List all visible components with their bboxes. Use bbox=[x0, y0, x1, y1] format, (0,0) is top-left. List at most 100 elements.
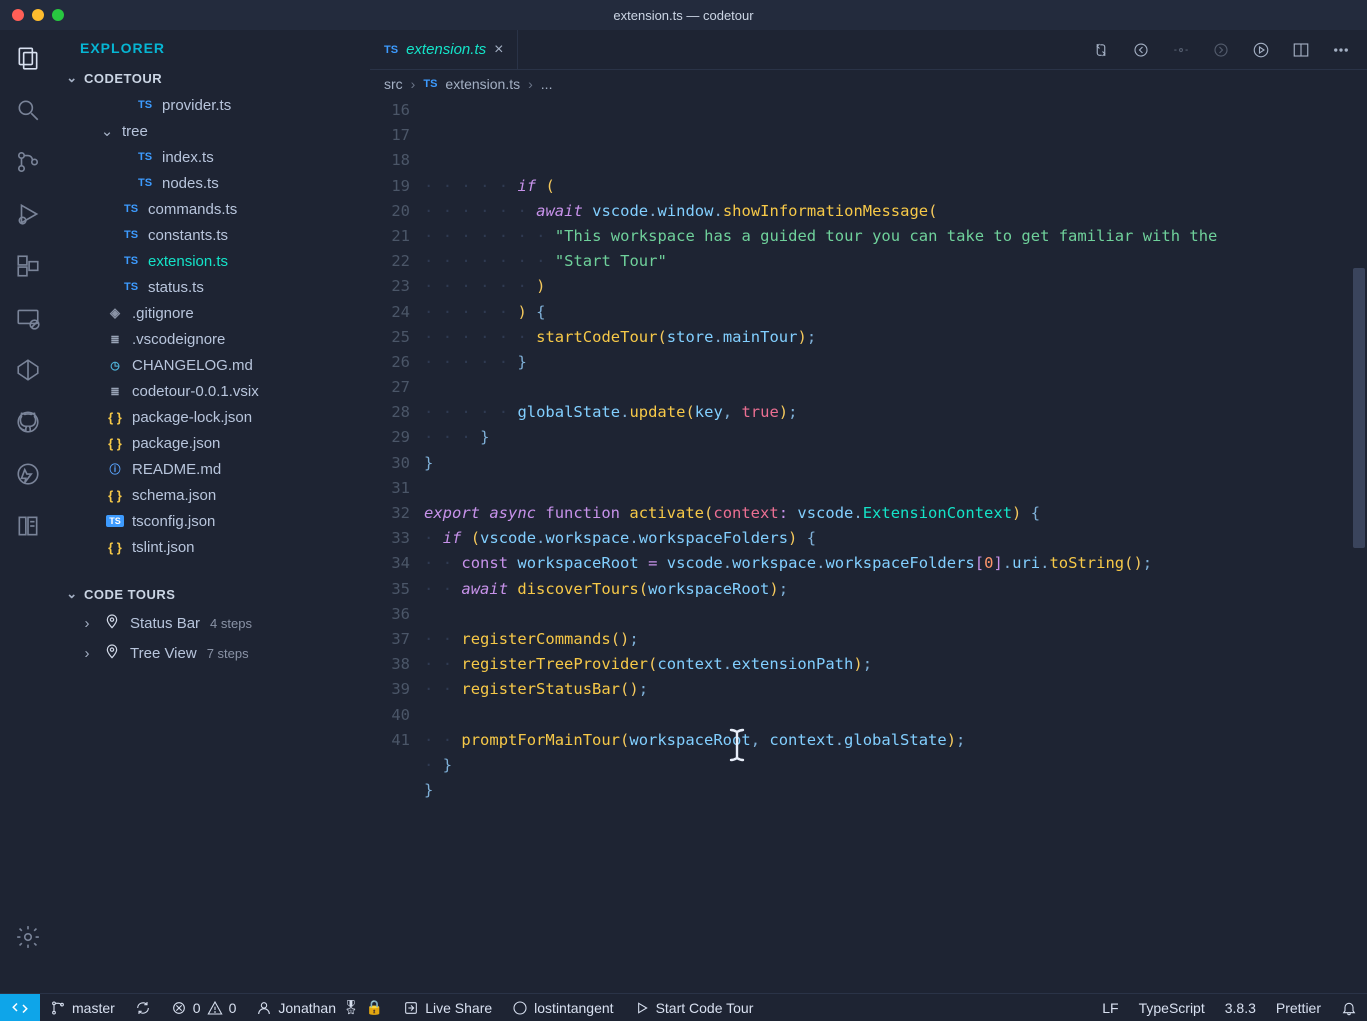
more-actions-icon[interactable] bbox=[1331, 40, 1351, 60]
file-row--vscodeignore[interactable]: ≣.vscodeignore bbox=[56, 326, 370, 352]
remote-explorer-icon[interactable] bbox=[14, 304, 42, 332]
window-controls bbox=[12, 9, 64, 21]
file-row-tsconfig-json[interactable]: TStsconfig.json bbox=[56, 508, 370, 534]
code-line[interactable] bbox=[424, 803, 1367, 828]
file-row-tslint-json[interactable]: { }tslint.json bbox=[56, 534, 370, 560]
code-line[interactable]: · if (vscode.workspace.workspaceFolders)… bbox=[424, 526, 1367, 551]
code-line[interactable]: · · · · · · · "This workspace has a guid… bbox=[424, 224, 1367, 249]
liveshare-user-status[interactable]: Jonathan 🎖 🔒 bbox=[246, 994, 393, 1021]
file-row-readme-md[interactable]: ⓘREADME.md bbox=[56, 456, 370, 482]
sidebar: EXPLORER ⌄ CODETOUR TSprovider.ts⌄treeTS… bbox=[56, 30, 370, 993]
file-row-schema-json[interactable]: { }schema.json bbox=[56, 482, 370, 508]
code-line[interactable] bbox=[424, 375, 1367, 400]
file-row-index-ts[interactable]: TSindex.ts bbox=[56, 144, 370, 170]
close-window-button[interactable] bbox=[12, 9, 24, 21]
prettier-status[interactable]: Prettier bbox=[1266, 994, 1331, 1021]
breadcrumb[interactable]: src › TS extension.ts › ... bbox=[370, 70, 1367, 98]
code-line[interactable]: · · · · · · await vscode.window.showInfo… bbox=[424, 199, 1367, 224]
liveshare-status[interactable]: Live Share bbox=[393, 994, 502, 1021]
problems-status[interactable]: 0 0 bbox=[161, 994, 247, 1021]
titlebar: extension.ts — codetour bbox=[0, 0, 1367, 30]
split-editor-icon[interactable] bbox=[1291, 40, 1311, 60]
language-mode-status[interactable]: TypeScript bbox=[1129, 994, 1215, 1021]
file-row-constants-ts[interactable]: TSconstants.ts bbox=[56, 222, 370, 248]
debug-icon[interactable] bbox=[14, 200, 42, 228]
code-content[interactable]: · · · · · if (· · · · · · await vscode.w… bbox=[424, 98, 1367, 993]
code-line[interactable]: · · · · · } bbox=[424, 350, 1367, 375]
file-row-provider-ts[interactable]: TSprovider.ts bbox=[56, 92, 370, 118]
code-line[interactable]: · · await discoverTours(workspaceRoot); bbox=[424, 577, 1367, 602]
settings-gear-icon[interactable] bbox=[14, 923, 42, 951]
code-line[interactable]: · · registerTreeProvider(context.extensi… bbox=[424, 652, 1367, 677]
docs-icon[interactable] bbox=[14, 512, 42, 540]
extensions-icon[interactable] bbox=[14, 252, 42, 280]
tour-row-status-bar[interactable]: ›Status Bar4 steps bbox=[56, 608, 370, 638]
sync-status[interactable] bbox=[125, 994, 161, 1021]
tour-step-count: 4 steps bbox=[210, 616, 252, 631]
typescript-version-status[interactable]: 3.8.3 bbox=[1215, 994, 1266, 1021]
code-line[interactable]: · · · · · · ) bbox=[424, 274, 1367, 299]
tour-row-tree-view[interactable]: ›Tree View7 steps bbox=[56, 638, 370, 668]
minimize-window-button[interactable] bbox=[32, 9, 44, 21]
azure-icon[interactable] bbox=[14, 460, 42, 488]
scrollbar-thumb[interactable] bbox=[1353, 268, 1365, 548]
code-line[interactable]: · · · · · globalState.update(key, true); bbox=[424, 400, 1367, 425]
code-line[interactable] bbox=[424, 602, 1367, 627]
play-icon bbox=[634, 1000, 650, 1016]
branch-icon bbox=[50, 1000, 66, 1016]
next-change-icon[interactable] bbox=[1211, 40, 1231, 60]
editor-area: TS extension.ts × src › TS extension.ts … bbox=[370, 30, 1367, 993]
file-row-codetour-0-0-1-vsix[interactable]: ≣codetour-0.0.1.vsix bbox=[56, 378, 370, 404]
code-line[interactable]: · · · } bbox=[424, 425, 1367, 450]
maximize-window-button[interactable] bbox=[52, 9, 64, 21]
eol-status[interactable]: LF bbox=[1092, 994, 1128, 1021]
compare-changes-icon[interactable] bbox=[1091, 40, 1111, 60]
code-line[interactable]: · · · · · · startCodeTour(store.mainTour… bbox=[424, 325, 1367, 350]
code-line[interactable]: · · · · · ) { bbox=[424, 300, 1367, 325]
codetour-status[interactable]: Start Code Tour bbox=[624, 994, 764, 1021]
file-row-commands-ts[interactable]: TScommands.ts bbox=[56, 196, 370, 222]
run-icon[interactable] bbox=[1251, 40, 1271, 60]
code-line[interactable]: · · registerCommands(); bbox=[424, 627, 1367, 652]
chevron-down-icon: ⌄ bbox=[64, 70, 80, 86]
go-back-icon[interactable] bbox=[1131, 40, 1151, 60]
source-control-icon[interactable] bbox=[14, 148, 42, 176]
breadcrumb-more[interactable]: ... bbox=[541, 76, 553, 92]
file-row-package-lock-json[interactable]: { }package-lock.json bbox=[56, 404, 370, 430]
file-row-status-ts[interactable]: TSstatus.ts bbox=[56, 274, 370, 300]
tour-step-count: 7 steps bbox=[207, 646, 249, 661]
prev-change-icon[interactable] bbox=[1171, 40, 1191, 60]
section-header-codetours[interactable]: ⌄ CODE TOURS bbox=[56, 582, 370, 606]
remote-indicator[interactable] bbox=[0, 994, 40, 1021]
file-row-package-json[interactable]: { }package.json bbox=[56, 430, 370, 456]
file-row-tree[interactable]: ⌄tree bbox=[56, 118, 370, 144]
git-branch-status[interactable]: master bbox=[40, 994, 125, 1021]
file-row-changelog-md[interactable]: ◷CHANGELOG.md bbox=[56, 352, 370, 378]
live-share-icon[interactable] bbox=[14, 356, 42, 384]
file-row-nodes-ts[interactable]: TSnodes.ts bbox=[56, 170, 370, 196]
code-line[interactable]: } bbox=[424, 451, 1367, 476]
file-name: commands.ts bbox=[148, 201, 237, 218]
file-name: nodes.ts bbox=[162, 175, 219, 192]
window-title: extension.ts — codetour bbox=[613, 8, 753, 23]
code-line[interactable]: · · registerStatusBar(); bbox=[424, 677, 1367, 702]
close-tab-icon[interactable]: × bbox=[494, 41, 503, 59]
code-line[interactable] bbox=[424, 476, 1367, 501]
github-icon[interactable] bbox=[14, 408, 42, 436]
breadcrumb-src[interactable]: src bbox=[384, 76, 403, 92]
code-line[interactable]: · · · · · · · "Start Tour" bbox=[424, 249, 1367, 274]
feedback-status[interactable] bbox=[1331, 994, 1367, 1021]
code-line[interactable]: export async function activate(context: … bbox=[424, 501, 1367, 526]
code-line[interactable]: · · const workspaceRoot = vscode.workspa… bbox=[424, 551, 1367, 576]
chevron-right-icon: › bbox=[80, 615, 94, 632]
github-account-status[interactable]: lostintangent bbox=[502, 994, 623, 1021]
search-icon[interactable] bbox=[14, 96, 42, 124]
code-line[interactable]: · · · · · if ( bbox=[424, 174, 1367, 199]
file-row--gitignore[interactable]: ◈.gitignore bbox=[56, 300, 370, 326]
breadcrumb-file[interactable]: extension.ts bbox=[445, 76, 520, 92]
explorer-icon[interactable] bbox=[14, 44, 42, 72]
tab-extension-ts[interactable]: TS extension.ts × bbox=[370, 30, 518, 69]
file-row-extension-ts[interactable]: TSextension.ts bbox=[56, 248, 370, 274]
section-header-codetour[interactable]: ⌄ CODETOUR bbox=[56, 66, 370, 90]
code-editor[interactable]: 1617181920212223242526272829303132333435… bbox=[370, 98, 1367, 993]
